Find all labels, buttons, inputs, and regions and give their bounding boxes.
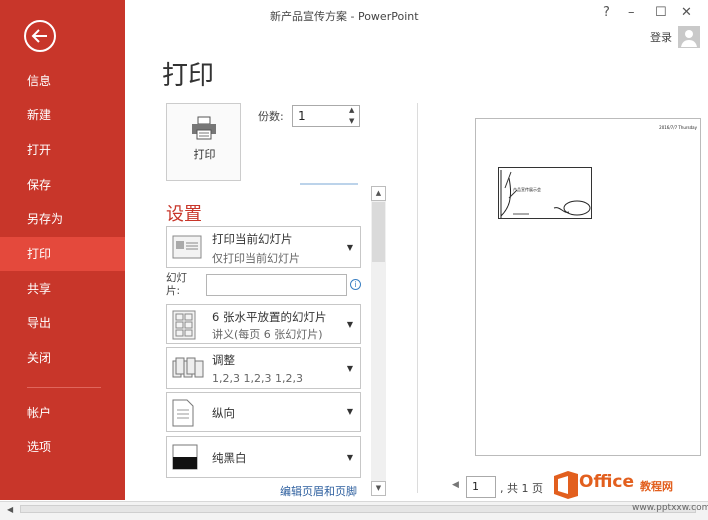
copies-increment-icon[interactable]: ▲: [349, 106, 354, 114]
print-range-sub: 仅打印当前幻灯片: [212, 252, 300, 265]
scrollbar-thumb[interactable]: [372, 202, 385, 262]
nav-item-account[interactable]: 帐户: [0, 396, 125, 430]
nav-item-new[interactable]: 新建: [0, 98, 125, 132]
preview-date: 2016/7/7 Thursday: [659, 125, 697, 130]
watermark-brand: 教程网: [640, 480, 673, 493]
scroll-left-icon[interactable]: ◀: [7, 505, 13, 514]
page-total-label: , 共 1 页: [500, 482, 543, 495]
pane-divider: [417, 103, 418, 493]
layout-title: 6 张水平放置的幻灯片: [212, 310, 327, 324]
nav-item-info[interactable]: 信息: [0, 64, 125, 98]
slides-label: 幻灯片:: [166, 272, 187, 297]
collate-dropdown[interactable]: 调整 1,2,3 1,2,3 1,2,3 ▼: [166, 347, 361, 389]
back-arrow-icon[interactable]: [24, 20, 56, 52]
page-number-input[interactable]: 1: [466, 476, 496, 498]
nav-item-export[interactable]: 导出: [0, 306, 125, 340]
handout-layout-icon: [172, 310, 196, 340]
printer-selector-remnant: [300, 183, 358, 185]
preview-slide-thumbnail: 产品宣传展示会: [498, 167, 592, 219]
window-title: 新产品宣传方案 - PowerPoint: [270, 10, 419, 23]
chevron-down-icon: ▼: [346, 320, 353, 329]
slides-input[interactable]: [206, 274, 347, 296]
nav-item-save-as[interactable]: 另存为: [0, 202, 125, 236]
site-watermark: Office 教程网 www.pptxxw.com: [552, 468, 708, 518]
collate-icon: [172, 357, 204, 378]
print-preview-page: 2016/7/7 Thursday 产品宣传展示会: [475, 118, 701, 456]
page-title: 打印: [162, 61, 215, 91]
settings-heading: 设置: [166, 204, 202, 225]
collate-title: 调整: [212, 353, 235, 367]
chevron-down-icon: ▼: [346, 364, 353, 373]
color-title: 纯黑白: [212, 451, 247, 465]
printer-icon: [192, 116, 216, 140]
chevron-down-icon: ▼: [346, 453, 353, 462]
user-avatar-icon[interactable]: [678, 26, 700, 48]
watermark-url: www.pptxxw.com: [632, 503, 708, 513]
minimize-button[interactable]: –: [628, 5, 635, 20]
info-icon[interactable]: i: [350, 279, 361, 290]
nav-item-save[interactable]: 保存: [0, 168, 125, 202]
preview-slide-text: 产品宣传展示会: [513, 187, 541, 192]
orientation-title: 纵向: [212, 406, 235, 420]
pure-black-white-icon: [172, 444, 198, 470]
nav-divider: [27, 387, 101, 388]
slides-range-icon: [172, 235, 202, 259]
orientation-dropdown[interactable]: 纵向 ▼: [166, 392, 361, 432]
nav-item-options[interactable]: 选项: [0, 430, 125, 464]
print-button-label: 打印: [193, 148, 216, 161]
signin-link[interactable]: 登录: [650, 29, 672, 45]
print-range-title: 打印当前幻灯片: [212, 232, 293, 246]
chevron-down-icon: ▼: [346, 407, 353, 416]
edit-header-footer-link[interactable]: 编辑页眉和页脚: [280, 483, 357, 499]
print-button[interactable]: 打印: [166, 103, 241, 181]
scroll-down-icon[interactable]: ▼: [371, 481, 386, 496]
chevron-down-icon: ▼: [346, 243, 353, 252]
close-button[interactable]: ✕: [681, 5, 692, 20]
layout-sub: 讲义(每页 6 张幻灯片): [212, 328, 323, 341]
restore-button[interactable]: ☐: [655, 5, 667, 20]
nav-item-print[interactable]: 打印: [0, 237, 125, 271]
nav-item-share[interactable]: 共享: [0, 272, 125, 306]
slide-artwork-icon: [500, 170, 591, 218]
nav-item-close[interactable]: 关闭: [0, 341, 125, 375]
layout-dropdown[interactable]: 6 张水平放置的幻灯片 讲义(每页 6 张幻灯片) ▼: [166, 304, 361, 344]
watermark-logo-text: Office: [579, 472, 635, 492]
collate-sub: 1,2,3 1,2,3 1,2,3: [212, 372, 303, 385]
color-dropdown[interactable]: 纯黑白 ▼: [166, 436, 361, 478]
copies-decrement-icon[interactable]: ▼: [349, 117, 354, 125]
copies-label: 份数:: [258, 110, 284, 123]
office-logo-icon: [554, 471, 578, 499]
print-range-dropdown[interactable]: 打印当前幻灯片 仅打印当前幻灯片 ▼: [166, 226, 361, 268]
previous-page-icon[interactable]: ◀: [452, 480, 459, 490]
nav-item-open[interactable]: 打开: [0, 133, 125, 167]
backstage-sidebar: 信息 新建 打开 保存 另存为 打印 共享 导出 关闭 帐户 选项: [0, 0, 125, 500]
portrait-page-icon: [172, 399, 194, 427]
help-button[interactable]: ?: [603, 5, 610, 20]
scroll-up-icon[interactable]: ▲: [371, 186, 386, 201]
